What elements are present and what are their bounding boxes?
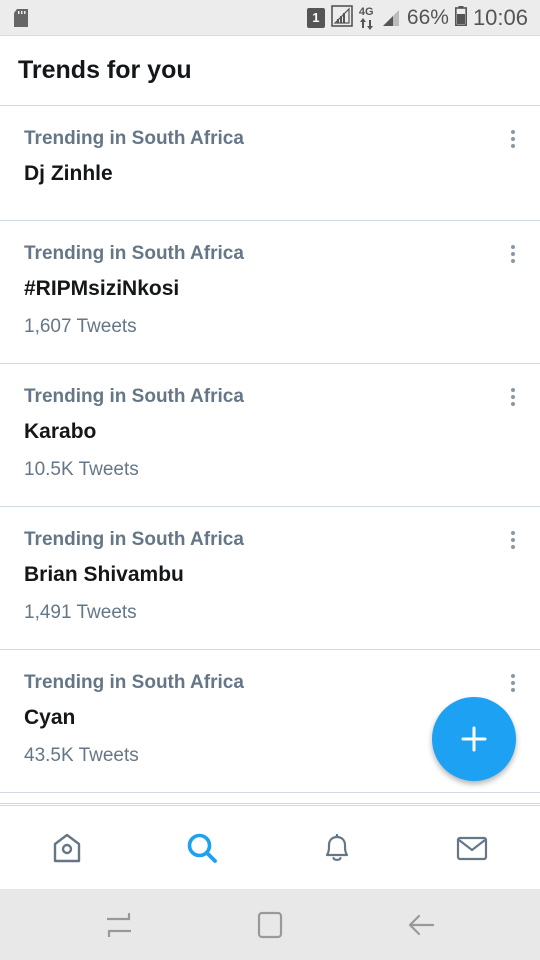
nav-notifications[interactable] [315,826,359,870]
more-options-icon[interactable] [508,388,518,410]
page-title: Trends for you [18,56,192,84]
trend-context: Trending in South Africa [24,128,244,149]
trend-item[interactable]: Trending in South Africa #RIPMsiziNkosi … [0,221,540,364]
home-square-icon[interactable] [252,909,288,941]
more-options-icon[interactable] [508,531,518,553]
trend-item[interactable]: Trending in South Africa Dj Zinhle [0,106,540,221]
trend-tweet-count: 1,491 Tweets [24,602,137,623]
trend-name: Brian Shivambu [24,563,184,586]
bottom-nav [0,805,540,889]
sim-1-icon: 1 [306,8,325,28]
mail-icon [456,836,488,861]
trend-context: Trending in South Africa [24,386,244,407]
network-type-label: 4G [358,6,374,18]
trend-context: Trending in South Africa [24,529,244,550]
back-arrow-icon[interactable] [403,909,439,941]
trend-name: Karabo [24,420,97,443]
sd-card-icon [14,9,28,32]
trend-name: Dj Zinhle [24,162,113,185]
nav-home[interactable] [45,826,89,870]
more-options-icon[interactable] [508,130,518,152]
clock: 10:06 [472,5,528,30]
signal-bars-icon [381,6,401,31]
battery-percent: 66% [406,6,449,29]
nav-messages[interactable] [450,826,494,870]
more-options-icon[interactable] [508,245,518,267]
recent-apps-icon[interactable] [101,909,137,941]
header: Trends for you [0,36,540,106]
trend-context: Trending in South Africa [24,243,244,264]
trend-tweet-count: 10.5K Tweets [24,459,139,480]
search-icon [187,833,217,863]
trend-name: #RIPMsiziNkosi [24,277,180,300]
bell-icon [325,834,349,861]
trend-tweet-count: 1,607 Tweets [24,316,137,337]
trend-tweet-count: 43.5K Tweets [24,745,139,766]
trend-context: Trending in South Africa [24,672,244,693]
compose-tweet-button[interactable] [432,697,516,781]
list-divider [0,803,540,804]
signal-icon [331,4,353,32]
plus-icon [461,726,487,752]
trend-item[interactable]: Trending in South Africa Karabo 10.5K Tw… [0,364,540,507]
nav-search[interactable] [180,826,224,870]
status-bar: 1 4G 66% 10:06 [0,0,540,36]
status-icons: 1 4G 66% 10:06 [306,4,528,32]
more-options-icon[interactable] [508,674,518,696]
data-arrows-icon: 4G [359,6,375,30]
system-nav-bar [0,889,540,960]
home-icon [53,833,81,863]
trend-name: Cyan [24,706,76,729]
trend-item[interactable]: Trending in South Africa Brian Shivambu … [0,507,540,650]
battery-icon [454,5,467,31]
